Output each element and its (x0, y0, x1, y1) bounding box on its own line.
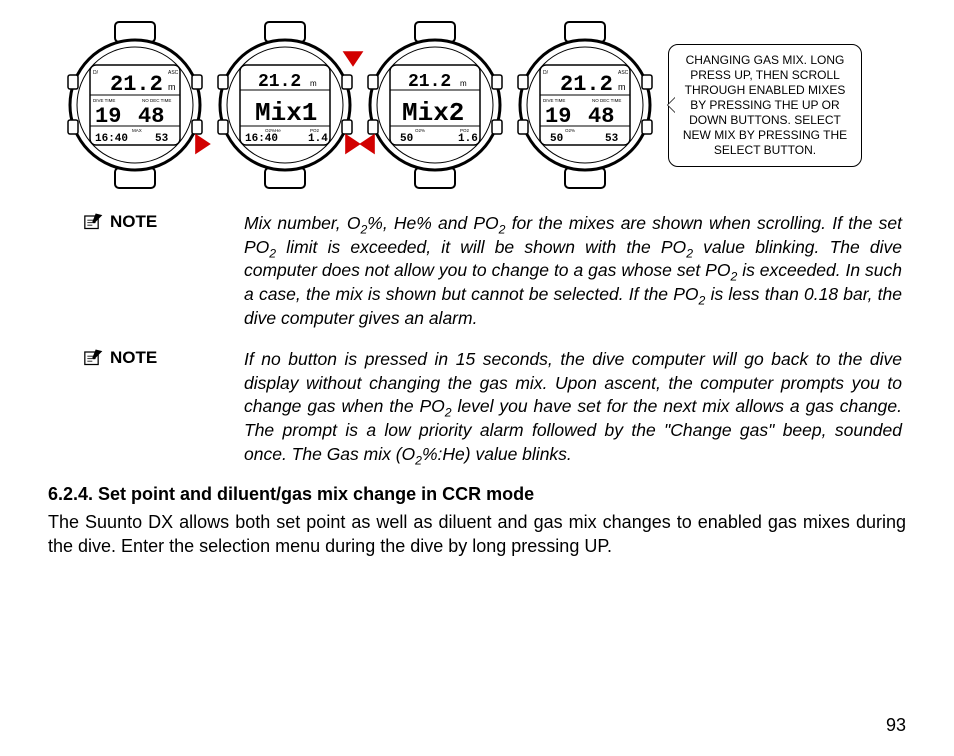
w2-bot-l: 16:40 (245, 133, 278, 145)
watch-2: 21.2 m Mix1 O2%He PO2 16:40 1.4 (210, 20, 360, 190)
w4-tag-right: ASC (618, 70, 629, 76)
section-heading: 6.2.4. Set point and diluent/gas mix cha… (48, 484, 906, 505)
section-body: The Suunto DX allows both set point as w… (48, 511, 906, 559)
w1-depth: 21.2 (110, 72, 163, 97)
note-body: If no button is pressed in 15 seconds, t… (244, 348, 902, 466)
w4-mid-r: 48 (588, 104, 614, 129)
w1-botlbl: MAX (132, 128, 142, 133)
w1-tag-right: ASC (168, 70, 179, 76)
w2-bot-r: 1.4 (308, 133, 328, 145)
watch-3: 21.2 m Mix2 O2% PO2 50 1.6 (360, 20, 510, 190)
w1-midlbl-r: NO DEC TIME (142, 98, 171, 103)
w4-depth: 21.2 (560, 72, 613, 97)
w1-mid-l: 19 (95, 104, 121, 129)
note-label-text: NOTE (110, 212, 157, 232)
w1-tag-left: D/ (93, 70, 99, 76)
w3-depth-unit: m (460, 79, 467, 88)
page: D/ ASC 21.2 m DIVE TIME NO DEC TIME 19 4… (0, 0, 954, 756)
w4-midlbl-l: DIVE TIME (543, 98, 565, 103)
w1-bot-r: 53 (155, 133, 169, 145)
w1-bot-l: 16:40 (95, 133, 128, 145)
w3-botlbl: O2% (415, 128, 425, 133)
w1-depth-unit: m (168, 82, 176, 92)
note-icon (84, 348, 104, 366)
callout-text: CHANGING GAS MIX. LONG PRESS UP, THEN SC… (683, 53, 847, 157)
watch-1: D/ ASC 21.2 m DIVE TIME NO DEC TIME 19 4… (60, 20, 210, 190)
w4-mid-l: 19 (545, 104, 571, 129)
note-label: NOTE (84, 212, 244, 330)
w3-depth: 21.2 (408, 72, 451, 92)
notes-block: NOTE Mix number, O2%, He% and PO2 for th… (84, 212, 902, 466)
note-icon (84, 212, 104, 230)
callout-bubble: CHANGING GAS MIX. LONG PRESS UP, THEN SC… (668, 44, 862, 167)
note-row: NOTE If no button is pressed in 15 secon… (84, 348, 902, 466)
w1-mid-r: 48 (138, 104, 164, 129)
w3-bot-r: 1.6 (458, 133, 478, 145)
w4-botlbl: O2% (565, 128, 575, 133)
note-row: NOTE Mix number, O2%, He% and PO2 for th… (84, 212, 902, 330)
note-body: Mix number, O2%, He% and PO2 for the mix… (244, 212, 902, 330)
w4-bot-r: 53 (605, 133, 619, 145)
page-number: 93 (886, 715, 906, 736)
w2-mix: Mix1 (255, 98, 317, 128)
arrow-select-icon (354, 131, 380, 162)
w4-tag-left: D/ (543, 70, 549, 76)
w4-bot-l: 50 (550, 133, 563, 145)
illustration-row: D/ ASC 21.2 m DIVE TIME NO DEC TIME 19 4… (48, 20, 906, 190)
w3-bot-l: 50 (400, 133, 413, 145)
w2-depth-unit: m (310, 79, 317, 88)
w4-depth-unit: m (618, 82, 626, 92)
note-label: NOTE (84, 348, 244, 466)
watch-4: D/ ASC 21.2 m DIVE TIME NO DEC TIME 19 4… (510, 20, 660, 190)
w2-depth: 21.2 (258, 72, 301, 92)
w1-midlbl-l: DIVE TIME (93, 98, 115, 103)
w3-mix: Mix2 (402, 98, 464, 128)
w4-midlbl-r: NO DEC TIME (592, 98, 621, 103)
note-label-text: NOTE (110, 348, 157, 368)
